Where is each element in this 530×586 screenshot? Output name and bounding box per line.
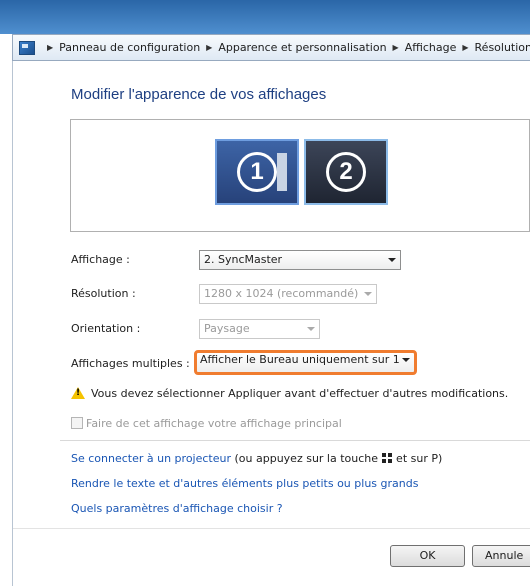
monitor-1-number: 1 [237, 152, 277, 192]
text-size-link[interactable]: Rendre le texte et d'autres éléments plu… [71, 477, 418, 490]
main-content: Modifier l'apparence de vos affichages 1… [13, 61, 530, 586]
orientation-select-value: Paysage [204, 322, 250, 335]
ok-button[interactable]: OK [390, 545, 465, 567]
projector-hint-after: et sur P) [396, 452, 443, 465]
window-title-bar [0, 0, 530, 34]
footer-divider [13, 528, 530, 529]
windows-key-icon [382, 453, 393, 463]
monitor-2-number: 2 [326, 152, 366, 192]
cancel-button[interactable]: Annule [472, 545, 530, 567]
warning-icon [71, 387, 85, 399]
breadcrumb-appearance[interactable]: Apparence et personnalisation [218, 41, 386, 54]
warning-text: Vous devez sélectionner Appliquer avant … [91, 387, 509, 400]
display-select[interactable]: 2. SyncMaster [199, 250, 401, 270]
chevron-right-icon[interactable]: ▶ [462, 43, 468, 52]
section-divider [60, 440, 530, 441]
projector-hint: (ou appuyez sur la touche et sur P) [235, 452, 443, 465]
chevron-right-icon[interactable]: ▶ [47, 43, 53, 52]
multiple-displays-label: Affichages multiples : [71, 357, 190, 370]
monitor-arrangement-panel: 1 2 [70, 119, 530, 232]
monitor-2[interactable]: 2 [304, 139, 388, 205]
orientation-select[interactable]: Paysage [199, 319, 320, 339]
chevron-down-icon[interactable] [307, 327, 315, 331]
control-panel-icon[interactable] [19, 40, 35, 55]
breadcrumb[interactable]: ▶ Panneau de configuration ▶ Apparence e… [12, 34, 530, 61]
monitor-1-taskbar-preview [277, 153, 287, 191]
monitor-1[interactable]: 1 [215, 139, 299, 205]
warning-message: Vous devez sélectionner Appliquer avant … [71, 387, 508, 400]
projector-link[interactable]: Se connecter à un projecteur [71, 452, 231, 465]
projector-link-row: Se connecter à un projecteur (ou appuyez… [71, 452, 442, 465]
primary-display-checkbox-row[interactable]: Faire de cet affichage votre affichage p… [71, 417, 342, 430]
resolution-label: Résolution : [71, 287, 136, 300]
resolution-select[interactable]: 1280 x 1024 (recommandé) [199, 284, 377, 304]
breadcrumb-display[interactable]: Affichage [405, 41, 457, 54]
chevron-down-icon[interactable] [364, 292, 372, 296]
display-label: Affichage : [71, 253, 130, 266]
page-title: Modifier l'apparence de vos affichages [71, 86, 327, 103]
primary-display-checkbox[interactable] [71, 417, 83, 429]
chevron-right-icon[interactable]: ▶ [393, 43, 399, 52]
display-select-value: 2. SyncMaster [204, 253, 283, 266]
projector-hint-before: (ou appuyez sur la touche [234, 452, 379, 465]
orientation-label: Orientation : [71, 322, 141, 335]
breadcrumb-resolution[interactable]: Résolution [475, 41, 530, 54]
breadcrumb-control-panel[interactable]: Panneau de configuration [59, 41, 200, 54]
primary-display-checkbox-label: Faire de cet affichage votre affichage p… [86, 417, 342, 430]
multiple-displays-select[interactable]: Afficher le Bureau uniquement sur 1 [194, 350, 417, 375]
resolution-select-value: 1280 x 1024 (recommandé) [204, 287, 359, 300]
chevron-right-icon[interactable]: ▶ [206, 43, 212, 52]
chevron-down-icon[interactable] [388, 258, 396, 262]
chevron-down-icon[interactable] [402, 358, 410, 362]
multiple-displays-select-value: Afficher le Bureau uniquement sur 1 [200, 353, 400, 366]
which-settings-link[interactable]: Quels paramètres d'affichage choisir ? [71, 502, 283, 515]
